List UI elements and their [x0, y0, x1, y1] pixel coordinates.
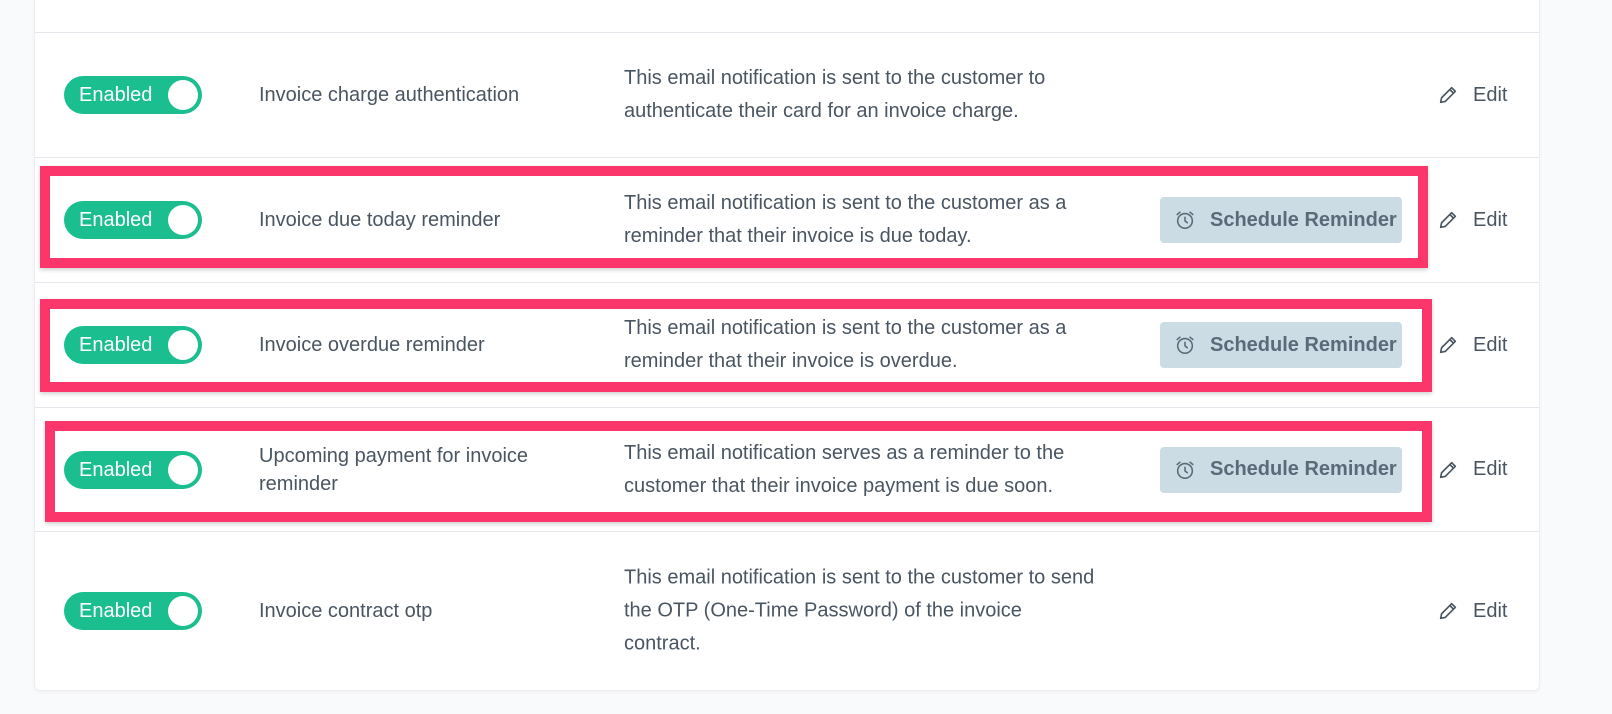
enabled-toggle[interactable]: Enabled — [64, 592, 202, 630]
schedule-reminder-label: Schedule Reminder — [1210, 333, 1397, 356]
schedule-reminder-button[interactable]: Schedule Reminder — [1160, 322, 1402, 368]
notification-name: Invoice overdue reminder — [259, 334, 485, 356]
notification-row: Enabled Upcoming payment for invoice rem… — [35, 407, 1539, 531]
pencil-icon — [1437, 209, 1459, 231]
notification-row: Enabled Invoice charge authentication Th… — [35, 32, 1539, 157]
toggle-label: Enabled — [79, 209, 153, 231]
toggle-knob — [168, 596, 198, 626]
edit-button[interactable]: Edit — [1437, 205, 1507, 235]
enabled-toggle[interactable]: Enabled — [64, 326, 202, 364]
pencil-icon — [1437, 459, 1459, 481]
pencil-icon — [1437, 84, 1459, 106]
schedule-reminder-button[interactable]: Schedule Reminder — [1160, 197, 1402, 243]
notification-name: Upcoming payment for invoice reminder — [259, 444, 529, 495]
edit-button[interactable]: Edit — [1437, 455, 1507, 485]
edit-label: Edit — [1473, 333, 1508, 356]
notification-name: Invoice charge authentication — [259, 84, 520, 106]
schedule-reminder-label: Schedule Reminder — [1210, 208, 1397, 231]
notification-list-card: Enabled Invoice charge authentication Th… — [34, 0, 1540, 691]
pencil-icon — [1437, 334, 1459, 356]
edit-label: Edit — [1473, 599, 1508, 622]
toggle-knob — [168, 330, 198, 360]
schedule-reminder-label: Schedule Reminder — [1210, 458, 1397, 480]
notification-row: Enabled Invoice contract otp This email … — [35, 531, 1539, 690]
edit-button[interactable]: Edit — [1437, 596, 1507, 626]
edit-button[interactable]: Edit — [1437, 80, 1507, 110]
notification-name: Invoice due today reminder — [259, 209, 501, 231]
edit-label: Edit — [1473, 458, 1508, 480]
notification-name: Invoice contract otp — [259, 600, 433, 622]
notification-description: This email notification is sent to the c… — [624, 67, 1046, 122]
notification-description: This email notification is sent to the c… — [624, 192, 1067, 247]
alarm-clock-icon — [1174, 334, 1196, 356]
notification-description: This email notification serves as a remi… — [624, 441, 1065, 497]
toggle-label: Enabled — [79, 334, 153, 356]
toggle-label: Enabled — [79, 600, 153, 622]
notification-description: This email notification is sent to the c… — [624, 566, 1095, 655]
toggle-label: Enabled — [79, 84, 153, 106]
alarm-clock-icon — [1174, 459, 1196, 481]
enabled-toggle[interactable]: Enabled — [64, 76, 202, 114]
schedule-reminder-button[interactable]: Schedule Reminder — [1160, 446, 1402, 493]
notification-row: Enabled Invoice overdue reminder This em… — [35, 282, 1539, 407]
toggle-knob — [168, 454, 198, 485]
notification-row: Enabled Invoice due today reminder This … — [35, 157, 1539, 282]
alarm-clock-icon — [1174, 209, 1196, 231]
enabled-toggle[interactable]: Enabled — [64, 450, 202, 489]
enabled-toggle[interactable]: Enabled — [64, 201, 202, 239]
toggle-knob — [168, 80, 198, 110]
notification-description: This email notification is sent to the c… — [624, 317, 1067, 372]
edit-button[interactable]: Edit — [1437, 330, 1507, 360]
toggle-label: Enabled — [79, 458, 153, 481]
edit-label: Edit — [1473, 208, 1508, 231]
edit-label: Edit — [1473, 83, 1508, 106]
toggle-knob — [168, 205, 198, 235]
pencil-icon — [1437, 600, 1459, 622]
